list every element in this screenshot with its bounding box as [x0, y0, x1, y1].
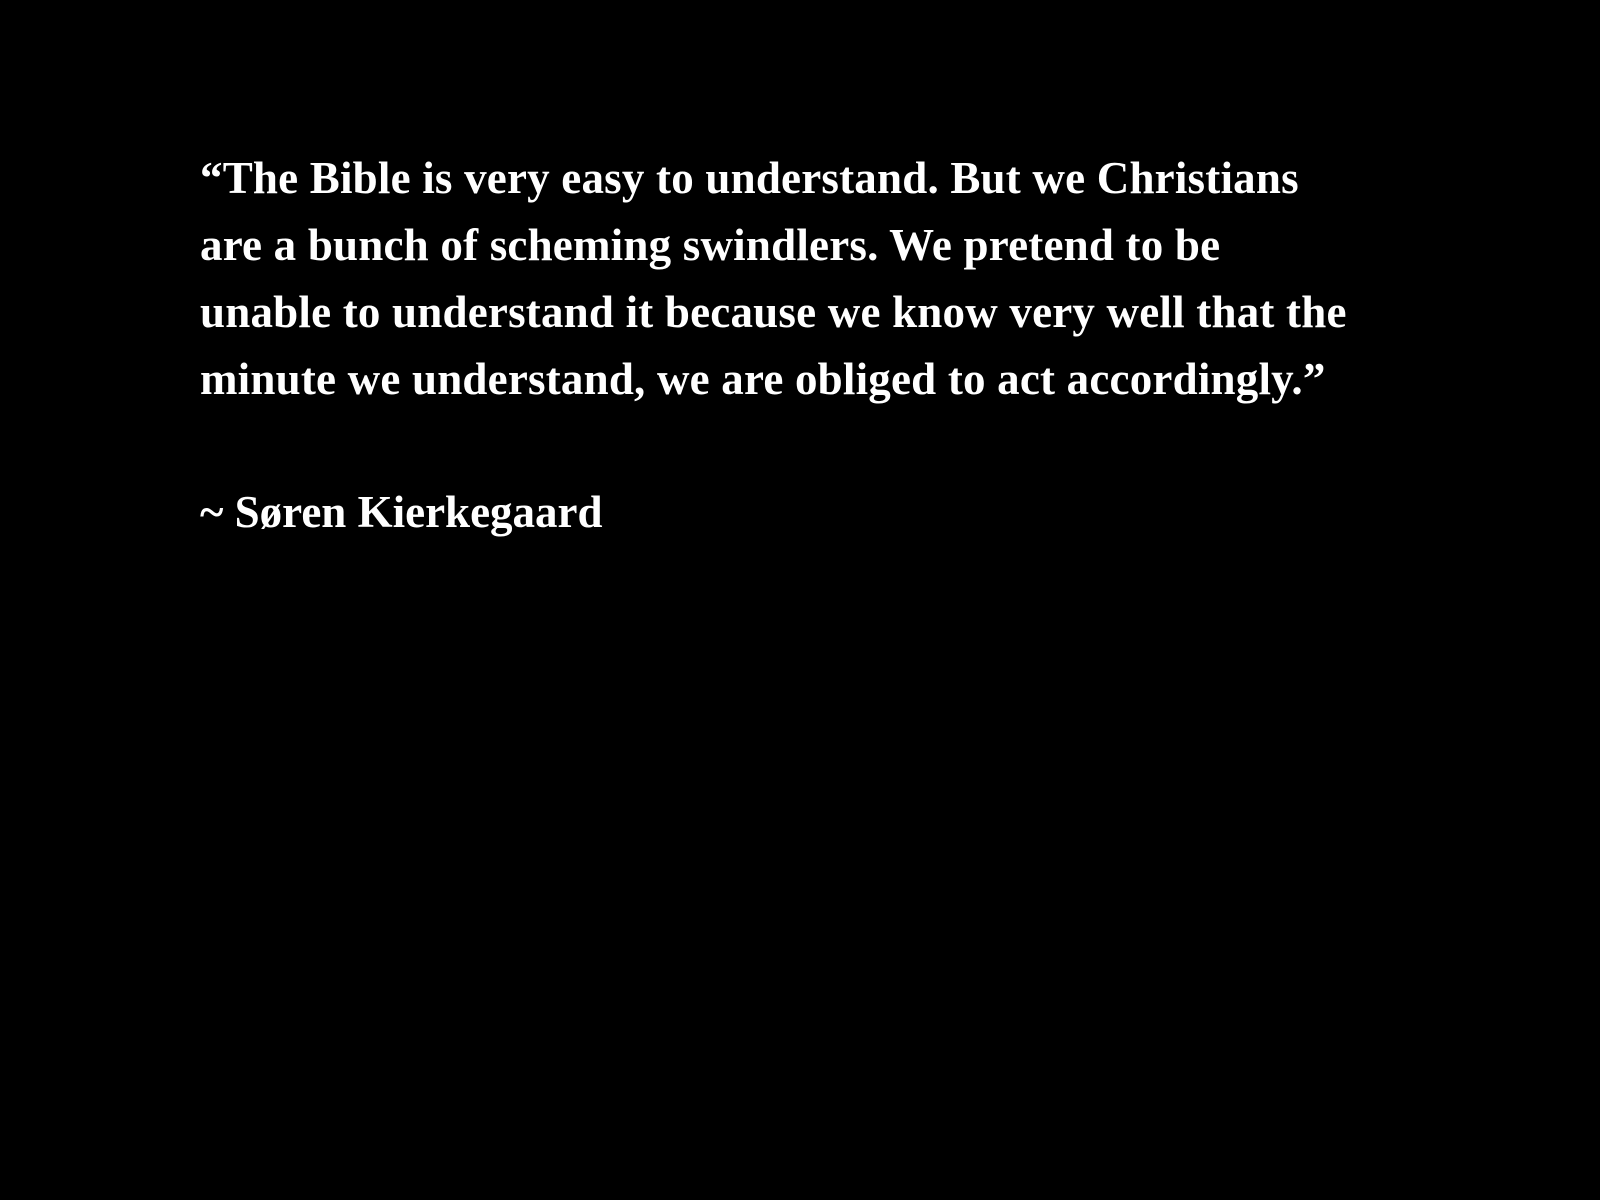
quote-block: “The Bible is very easy to understand. B… [200, 145, 1360, 546]
quote-attribution: ~ Søren Kierkegaard [200, 487, 603, 537]
quote-text: “The Bible is very easy to understand. B… [200, 153, 1347, 404]
